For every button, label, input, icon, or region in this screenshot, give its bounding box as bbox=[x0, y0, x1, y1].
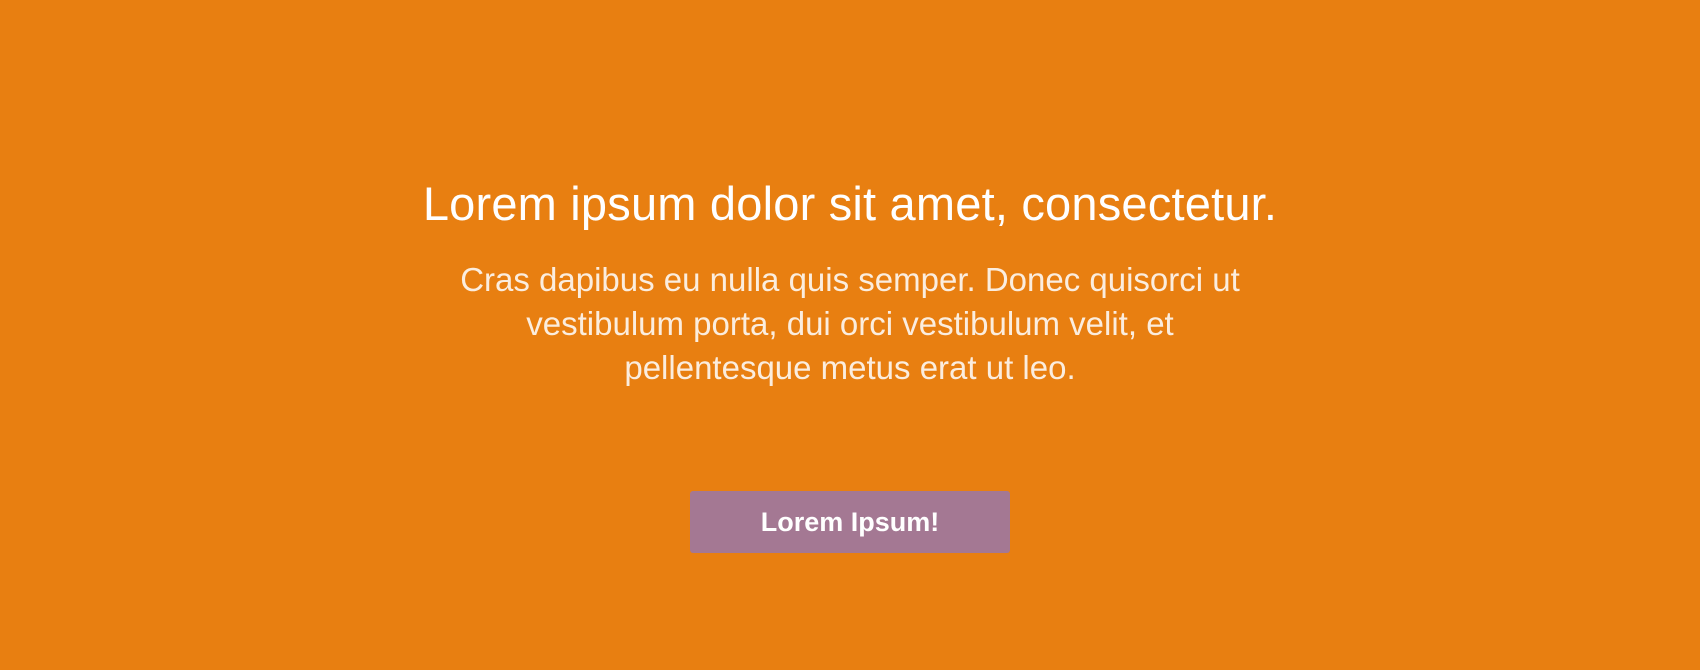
hero-headline: Lorem ipsum dolor sit amet, consectetur. bbox=[422, 177, 1278, 230]
cta-button[interactable]: Lorem Ipsum! bbox=[690, 491, 1010, 553]
hero-subtext: Cras dapibus eu nulla quis semper. Donec… bbox=[460, 261, 1240, 386]
hero-section: Lorem ipsum dolor sit amet, consectetur.… bbox=[0, 0, 1700, 670]
